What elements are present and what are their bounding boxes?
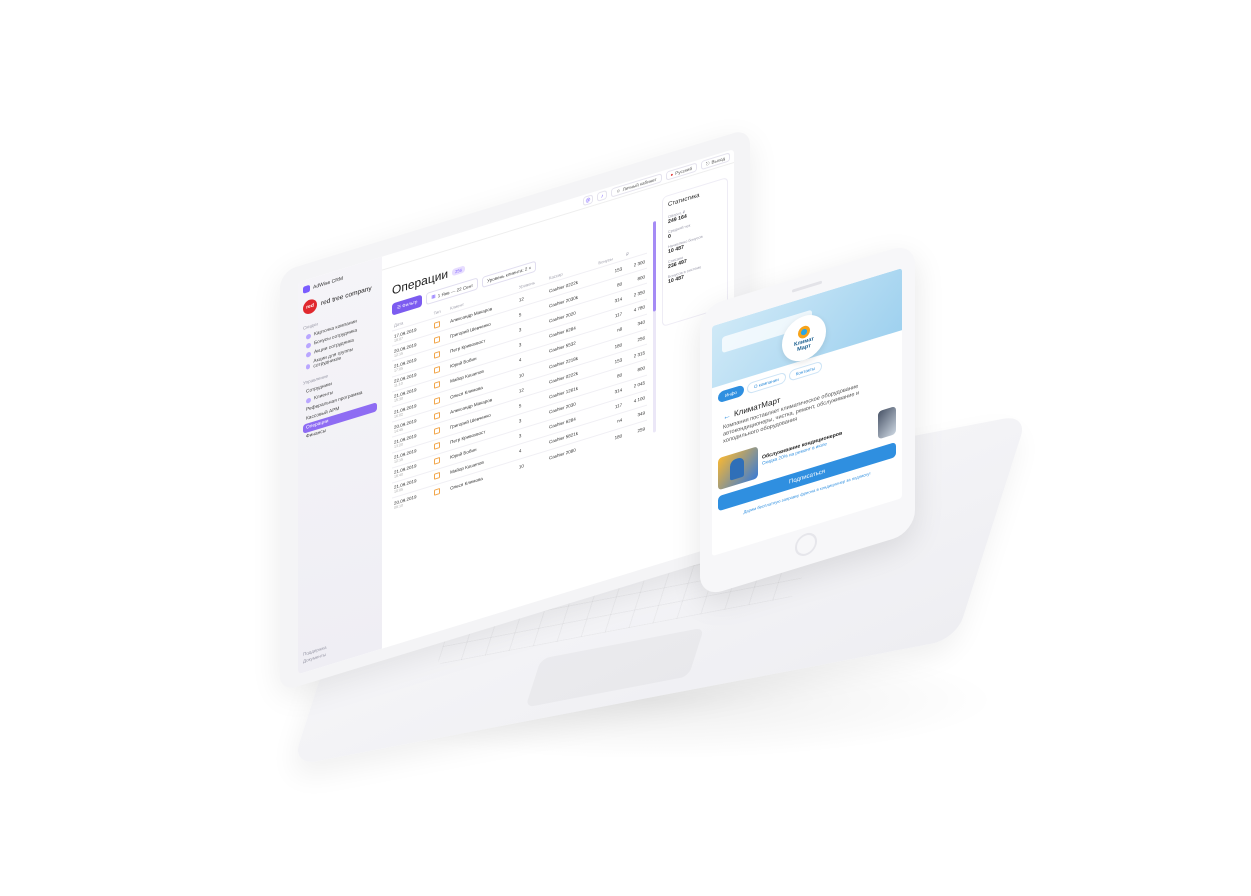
receipt-icon [433, 472, 440, 481]
table-scrollbar[interactable] [653, 220, 656, 434]
sidebar-footer: Поддержка Документы [303, 644, 326, 665]
receipt-icon [433, 335, 440, 344]
company-name: red tree company [321, 284, 372, 307]
back-arrow-icon[interactable]: ← [723, 410, 731, 421]
flag-icon: ● [670, 171, 674, 178]
calendar-icon: ▦ [431, 293, 436, 300]
receipt-icon [433, 411, 440, 420]
home-button[interactable] [795, 530, 817, 559]
receipt-icon [433, 396, 440, 405]
receipt-icon [433, 442, 440, 450]
tab-info[interactable]: Инфо [718, 384, 744, 404]
count-badge: 256 [452, 264, 465, 276]
plus-icon [306, 333, 311, 340]
close-icon[interactable]: × [529, 265, 532, 271]
phone-speaker [792, 280, 822, 293]
receipt-icon [433, 366, 440, 375]
promo-image [718, 446, 758, 491]
plus-icon [306, 342, 311, 349]
phone-screen: Климат Март Инфо О компании Контакты ← К… [712, 268, 902, 557]
receipt-icon [433, 351, 440, 359]
crm-sidebar: AdWise CRM red red tree company Скидки К… [298, 256, 382, 675]
operations-content: Операции 256 ☰ Фильтр ▦ 1 Янв — 22 Сент У… [382, 163, 734, 516]
at-icon[interactable]: @ [583, 194, 594, 207]
plus-icon [306, 363, 311, 370]
app-name: AdWise CRM [313, 275, 344, 291]
plus-icon [306, 351, 311, 358]
bell-icon[interactable]: ♪ [597, 189, 608, 202]
logout-icon: ⎋ [705, 160, 710, 167]
device-mockup-scene: AdWise CRM red red tree company Скидки К… [0, 0, 1251, 896]
receipt-icon [433, 426, 440, 435]
receipt-icon [433, 457, 440, 466]
receipt-icon [433, 381, 440, 390]
company-logo: red [303, 297, 317, 316]
user-icon: ☺ [616, 187, 621, 195]
receipt-icon [433, 320, 440, 329]
app-logo-icon [303, 284, 310, 294]
promo-image-secondary [878, 405, 896, 440]
statistics-list: Оборот, ₽249 164 Средний чек 0 Начислено бо… [668, 198, 722, 285]
plus-icon [306, 397, 311, 404]
receipt-icon [433, 487, 440, 496]
